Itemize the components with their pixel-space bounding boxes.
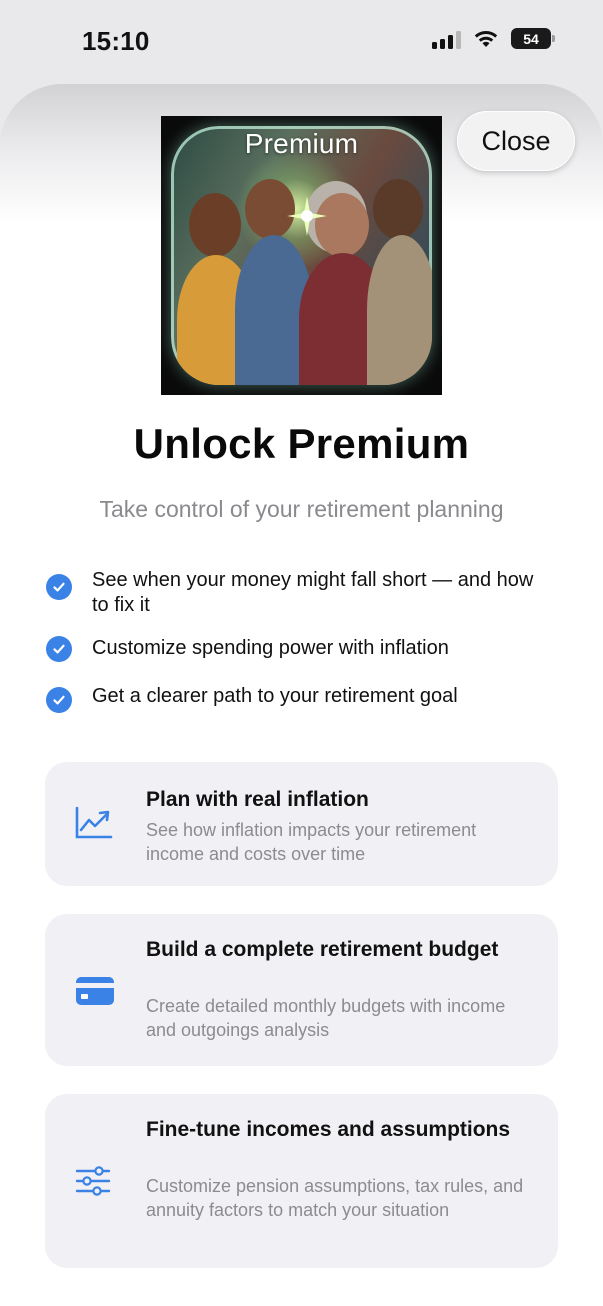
feature-card-assumptions[interactable]: Fine-tune incomes and assumptions Custom… [45, 1094, 558, 1268]
feature-title: Fine-tune incomes and assumptions [146, 1118, 511, 1141]
benefit-text: Get a clearer path to your retirement go… [92, 685, 458, 707]
feature-description: Customize pension assumptions, tax rules… [146, 1176, 524, 1220]
premium-hero-image: Premium [161, 116, 442, 395]
status-bar: 15:10 54 [0, 0, 603, 84]
hero-frame [171, 126, 432, 385]
feature-card-inflation[interactable]: Plan with real inflation See how inflati… [45, 762, 558, 886]
page-title: Unlock Premium [133, 420, 470, 467]
feature-title: Build a complete retirement budget [146, 938, 499, 961]
benefit-text: See when your money might fall short — a… [92, 569, 534, 616]
feature-description: Create detailed monthly budgets with inc… [146, 996, 506, 1040]
credit-card-icon [76, 977, 114, 1005]
premium-sheet: Premium Close Unlock Premium Take contro… [0, 84, 603, 1306]
page-subtitle: Take control of your retirement planning [99, 496, 504, 522]
checkmark-icon [46, 574, 72, 600]
benefit-text: Customize spending power with inflation [92, 637, 449, 659]
feature-title: Plan with real inflation [146, 788, 369, 811]
cellular-signal-icon [432, 29, 461, 49]
battery-level: 54 [523, 30, 539, 47]
hero-premium-label: Premium [244, 128, 359, 159]
chart-line-icon [75, 806, 113, 839]
sliders-icon [75, 1166, 111, 1196]
close-button[interactable]: Close [457, 111, 575, 171]
feature-card-budget[interactable]: Build a complete retirement budget Creat… [45, 914, 558, 1066]
feature-description: See how inflation impacts your retiremen… [146, 820, 477, 864]
checkmark-icon [46, 687, 72, 713]
status-icons: 54 [432, 28, 555, 49]
status-time: 15:10 [82, 26, 150, 56]
wifi-icon [474, 30, 498, 47]
sparkle-icon [287, 196, 327, 236]
checkmark-icon [46, 636, 72, 662]
battery-icon: 54 [511, 28, 555, 49]
